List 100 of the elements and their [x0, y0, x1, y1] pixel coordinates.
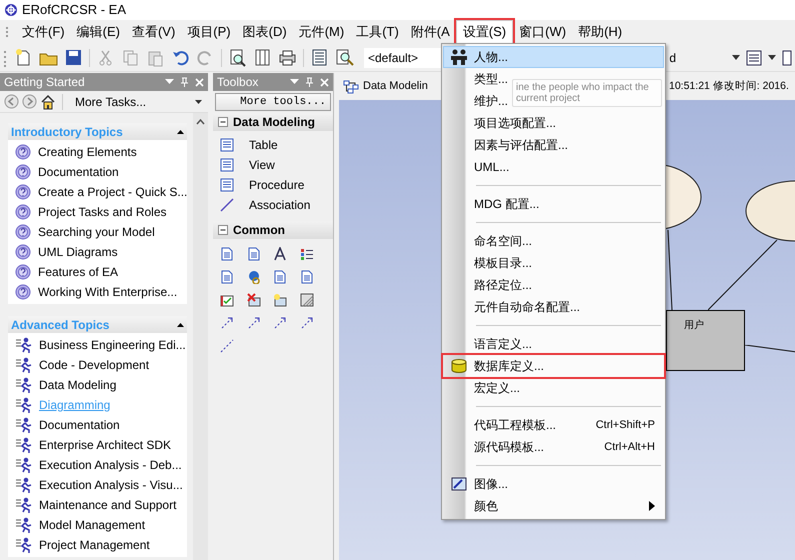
topic-link[interactable]: Execution Analysis - Visu... — [39, 476, 183, 494]
dotted-arrow-icon[interactable] — [220, 316, 234, 330]
topic-link[interactable]: Business Engineering Edi... — [39, 336, 186, 354]
topic-link[interactable]: Features of EA — [38, 263, 118, 281]
topic-link[interactable]: Code - Development — [39, 356, 150, 374]
menu-item[interactable]: 编辑(E) — [70, 20, 126, 44]
document-icon[interactable] — [220, 247, 234, 261]
menu-item[interactable]: 源代码模板... — [474, 438, 544, 456]
menu-item[interactable]: 命名空间... — [474, 232, 532, 250]
topic-link[interactable]: Documentation — [38, 163, 119, 181]
topic-link[interactable]: Project Tasks and Roles — [38, 203, 167, 221]
caret-icon[interactable] — [732, 54, 740, 60]
menu-item[interactable]: 路径定位... — [474, 276, 532, 294]
pin-icon[interactable] — [180, 77, 189, 87]
menu-item[interactable]: 代码工程模板... — [474, 416, 556, 434]
menu-item[interactable]: 数据库定义... — [443, 355, 664, 377]
save-icon[interactable] — [64, 48, 83, 67]
delete-icon[interactable] — [246, 293, 260, 307]
undo-icon[interactable] — [171, 48, 190, 67]
more-tools-button[interactable]: More tools... — [215, 93, 331, 111]
checkbox-icon[interactable] — [220, 293, 234, 307]
globe-icon[interactable] — [246, 270, 260, 284]
caret-icon[interactable] — [768, 54, 776, 60]
document-icon[interactable] — [273, 270, 287, 284]
toolbox-item[interactable]: Table — [249, 136, 278, 154]
menu-item[interactable]: 附件(A — [404, 20, 456, 44]
list-icon[interactable] — [310, 48, 329, 67]
menu-item[interactable]: UML... — [474, 158, 510, 176]
window-title: ERofCRCSR - EA — [22, 1, 126, 20]
menu-item[interactable]: 元件自动命名配置... — [474, 298, 580, 316]
close-icon[interactable] — [320, 78, 329, 86]
menu-item[interactable]: 图像... — [474, 475, 508, 493]
topic-link[interactable]: Creating Elements — [38, 143, 137, 161]
topic-link[interactable]: Maintenance and Support — [39, 496, 176, 514]
diagram-tab[interactable]: Data Modelin — [343, 74, 428, 98]
home-icon[interactable] — [40, 94, 56, 110]
menu-item[interactable]: 模板目录... — [474, 254, 532, 272]
menu-item[interactable]: 宏定义... — [474, 379, 520, 397]
menu-item[interactable]: MDG 配置... — [474, 195, 540, 213]
menu-item[interactable]: 文件(F) — [16, 20, 71, 44]
menu-item[interactable]: 语言定义... — [474, 335, 532, 353]
close-icon[interactable] — [195, 78, 204, 86]
collapse-icon[interactable] — [218, 117, 228, 127]
page-icon[interactable] — [253, 48, 272, 67]
topic-link[interactable]: Searching your Model — [38, 223, 155, 241]
more-tasks-dropdown[interactable]: More Tasks... — [69, 92, 204, 110]
toolbox-item[interactable]: Procedure — [249, 176, 304, 194]
topic-link[interactable]: Documentation — [39, 416, 120, 434]
preview-icon[interactable] — [228, 48, 247, 67]
topic-link[interactable]: UML Diagrams — [38, 243, 118, 261]
pin-icon[interactable] — [305, 77, 314, 87]
hatched-icon[interactable] — [300, 293, 314, 307]
document-icon[interactable] — [246, 247, 260, 261]
menu-item[interactable]: 人物... — [443, 46, 664, 68]
menu-item[interactable]: 帮助(H) — [572, 20, 628, 44]
menu-item[interactable]: 设置(S) — [456, 20, 514, 44]
menu-item[interactable]: 颜色 — [474, 497, 498, 515]
topic-link[interactable]: Model Management — [39, 516, 146, 534]
dotted-arrow-icon[interactable] — [246, 316, 260, 330]
printer-icon[interactable] — [278, 48, 297, 67]
menu-item[interactable]: 工具(T) — [350, 20, 405, 44]
topic-link[interactable]: Project Management — [39, 536, 150, 554]
collapse-icon[interactable] — [177, 322, 184, 326]
menu-item[interactable]: 图表(D) — [236, 20, 293, 44]
menu-item[interactable]: 类型... — [474, 70, 508, 88]
help-icon — [15, 244, 31, 260]
toolbox-item[interactable]: Association — [249, 196, 310, 214]
menu-item[interactable]: 查看(V) — [126, 20, 182, 44]
new-item-icon[interactable] — [273, 293, 287, 307]
menu-item[interactable]: 项目(P) — [181, 20, 237, 44]
collapse-icon[interactable] — [177, 130, 184, 134]
menu-item[interactable]: 因素与评估配置... — [474, 136, 568, 154]
topic-link[interactable]: Enterprise Architect SDK — [39, 436, 172, 454]
dotted-arrow-icon[interactable] — [300, 316, 314, 330]
topic-link[interactable]: Data Modeling — [39, 376, 116, 394]
scrollbar[interactable] — [193, 113, 208, 560]
dotted-line-icon[interactable] — [220, 339, 234, 353]
running-figure-icon — [15, 437, 32, 453]
topic-link[interactable]: Create a Project - Quick S... — [38, 183, 188, 201]
collapse-icon[interactable] — [218, 225, 228, 235]
menu-item[interactable]: 项目选项配置... — [474, 114, 556, 132]
toolbox-item[interactable]: View — [249, 156, 275, 174]
scroll-up-icon[interactable] — [196, 119, 205, 125]
running-figure-icon — [15, 537, 32, 553]
back-icon[interactable] — [4, 94, 19, 109]
help-icon — [15, 144, 31, 160]
menu-item[interactable]: 元件(M) — [292, 20, 350, 44]
checklist-icon[interactable] — [300, 247, 314, 261]
search-icon[interactable] — [335, 48, 354, 67]
text-icon[interactable] — [273, 247, 287, 261]
topic-link[interactable]: Execution Analysis - Deb... — [39, 456, 182, 474]
menu-item[interactable]: 窗口(W) — [513, 20, 572, 44]
topic-link[interactable]: Working With Enterprise... — [38, 283, 178, 301]
document-icon[interactable] — [220, 270, 234, 284]
dotted-arrow-icon[interactable] — [273, 316, 287, 330]
page-icon[interactable] — [782, 50, 792, 66]
menu-item[interactable]: 维护... — [474, 92, 508, 110]
section-title: Advanced Topics — [11, 316, 110, 334]
document-view-icon[interactable] — [746, 50, 762, 66]
document-icon[interactable] — [300, 270, 314, 284]
